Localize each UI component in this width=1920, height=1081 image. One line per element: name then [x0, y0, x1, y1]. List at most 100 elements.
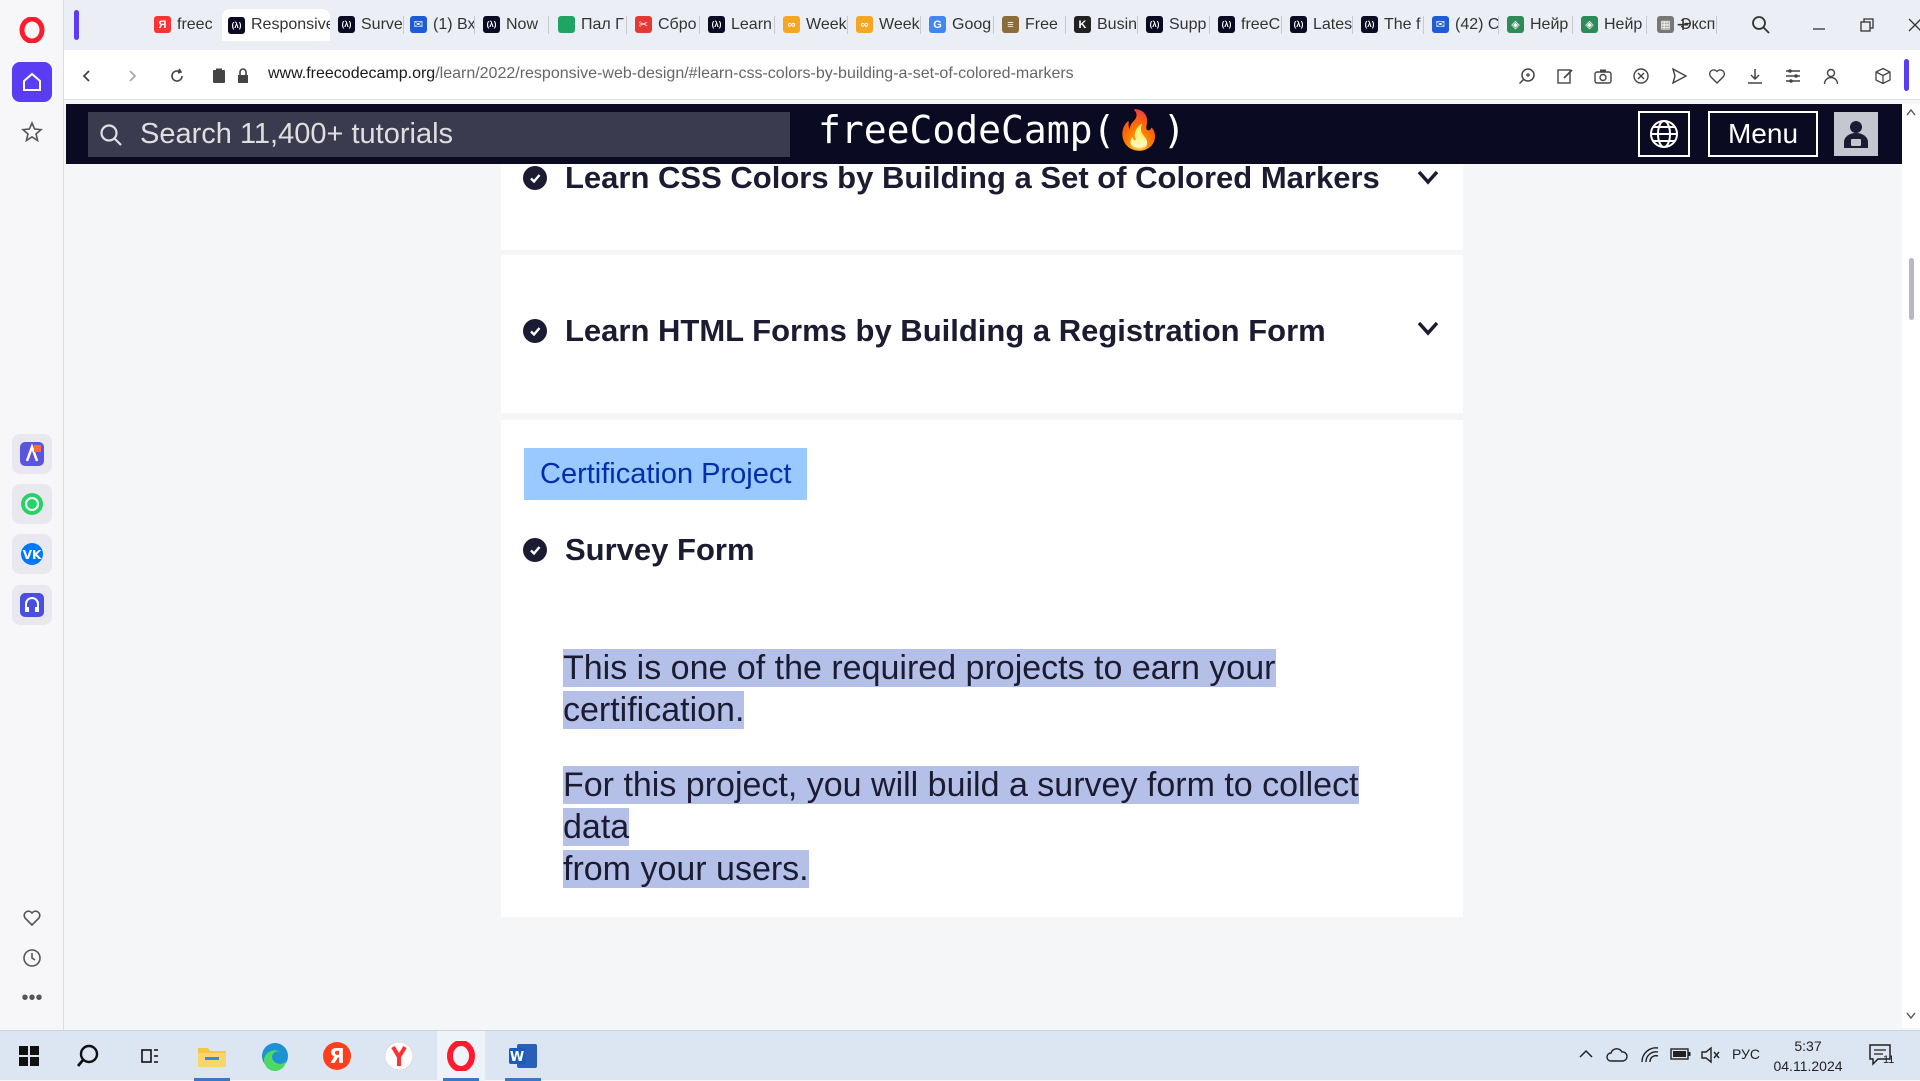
yandex-y-icon[interactable]: [375, 1031, 423, 1081]
zoom-search-icon[interactable]: [1514, 63, 1540, 89]
task-view-icon[interactable]: [126, 1031, 174, 1081]
aria-ai-icon[interactable]: [12, 434, 52, 474]
forward-arrow-icon[interactable]: [119, 63, 145, 89]
adblock-shield-icon[interactable]: [1628, 63, 1654, 89]
scroll-thumb[interactable]: [1909, 258, 1914, 320]
input-language[interactable]: РУС: [1732, 1046, 1760, 1062]
windows-start-icon[interactable]: [5, 1031, 53, 1081]
tab-search-icon[interactable]: [1746, 10, 1776, 40]
onedrive-cloud-icon[interactable]: [1606, 1046, 1628, 1068]
browser-tab[interactable]: (λ) Supp: [1140, 10, 1210, 39]
edit-snapshot-icon[interactable]: [1552, 63, 1578, 89]
menu-button[interactable]: Menu: [1708, 111, 1818, 157]
camera-icon[interactable]: [1590, 63, 1616, 89]
easy-setup-icon[interactable]: [1780, 63, 1806, 89]
browser-tab[interactable]: G Goog: [923, 10, 994, 39]
scroll-up-icon[interactable]: [1906, 108, 1916, 116]
lock-icon[interactable]: [230, 63, 256, 89]
language-globe-button[interactable]: [1638, 111, 1690, 157]
browser-tab[interactable]: (λ) Now: [477, 10, 549, 39]
music-player-icon[interactable]: [12, 585, 52, 625]
heart-icon[interactable]: [12, 898, 52, 938]
browser-tab[interactable]: ✂ Сбро: [629, 10, 700, 39]
check-circle-icon: [523, 319, 547, 343]
page-scrollbar[interactable]: [1902, 104, 1920, 1028]
vk-icon[interactable]: VK: [12, 534, 52, 574]
new-tab-plus-icon[interactable]: +: [1668, 10, 1698, 40]
browser-tab[interactable]: K Busin: [1068, 10, 1138, 39]
extensions-cube-icon[interactable]: [1870, 63, 1896, 89]
send-icon[interactable]: [1666, 63, 1692, 89]
file-explorer-icon[interactable]: [188, 1031, 236, 1081]
search-input[interactable]: Search 11,400+ tutorials: [88, 112, 790, 157]
browser-tab[interactable]: (λ) Surve: [332, 10, 404, 39]
download-icon[interactable]: [1742, 63, 1768, 89]
reload-icon[interactable]: [164, 63, 190, 89]
close-window-icon[interactable]: [1900, 10, 1920, 40]
browser-tab[interactable]: (λ) freeC: [1212, 10, 1282, 39]
user-avatar[interactable]: [1834, 112, 1878, 156]
browser-tab[interactable]: ✉ (42) С: [1426, 10, 1499, 39]
address-bar-row: www.freecodecamp.org/learn/2022/responsi…: [64, 50, 1920, 100]
search-taskbar-icon[interactable]: [66, 1031, 114, 1081]
browser-tab[interactable]: (λ) Responsive: [222, 9, 330, 41]
fcc-icon: (λ): [1290, 16, 1307, 33]
fcc-icon: (λ): [1146, 16, 1163, 33]
edge-browser-icon[interactable]: [251, 1031, 299, 1081]
whatsapp-icon[interactable]: [12, 484, 52, 524]
browser-tab[interactable]: (λ) Learn: [702, 10, 775, 39]
browser-tab[interactable]: Яfreec: [148, 10, 220, 39]
block-row[interactable]: Learn CSS Colors by Building a Set of Co…: [523, 160, 1380, 196]
wifi-icon[interactable]: [1640, 1046, 1660, 1068]
history-clock-icon[interactable]: [12, 938, 52, 978]
chevron-down-icon[interactable]: [1415, 164, 1441, 190]
tab-label: Lates: [1313, 15, 1353, 33]
yandex-browser-icon[interactable]: Я: [313, 1031, 361, 1081]
notifications-count: 11: [1883, 1054, 1895, 1066]
profile-icon[interactable]: [1818, 63, 1844, 89]
url-field[interactable]: www.freecodecamp.org/learn/2022/responsi…: [268, 65, 1074, 83]
more-dots-icon[interactable]: •••: [12, 978, 52, 1018]
fcc-logo[interactable]: freeCodeCamp(🔥): [818, 108, 1186, 153]
svg-text:Я: Я: [329, 1044, 344, 1068]
clock[interactable]: 5:37 04.11.2024: [1768, 1036, 1848, 1076]
check-circle-icon: [523, 166, 547, 190]
browser-tab[interactable]: ≡ Free: [996, 10, 1066, 39]
opera-taskbar-icon[interactable]: [437, 1031, 485, 1081]
favorite-heart-icon[interactable]: [1704, 63, 1730, 89]
back-arrow-icon[interactable]: [74, 63, 100, 89]
home-icon[interactable]: [12, 62, 52, 102]
project-row[interactable]: Survey Form: [523, 532, 755, 568]
show-hidden-icons-chevron-icon[interactable]: [1578, 1046, 1594, 1066]
chevron-down-icon[interactable]: [1415, 315, 1441, 341]
browser-tab[interactable]: ∞ Week: [850, 10, 921, 39]
browser-tab[interactable]: (λ) Lates: [1284, 10, 1353, 39]
clipboard-icon[interactable]: [206, 63, 232, 89]
browser-tab[interactable]: ◈ Нейр: [1501, 10, 1573, 39]
block-row[interactable]: Learn HTML Forms by Building a Registrat…: [523, 313, 1326, 349]
fcc-navbar: Search 11,400+ tutorials freeCodeCamp(🔥)…: [66, 104, 1902, 164]
browser-tab[interactable]: (λ) The f: [1355, 10, 1424, 39]
browser-tab[interactable]: ✉ (1) Вх: [404, 10, 475, 39]
project-title[interactable]: Survey Form: [565, 532, 755, 568]
sheet-icon: [558, 16, 575, 33]
tab-label: Learn: [731, 15, 772, 33]
minimize-icon[interactable]: [1804, 10, 1834, 40]
bookmarks-star-icon[interactable]: [12, 112, 52, 152]
tab-label: The f: [1384, 15, 1421, 33]
browser-tab[interactable]: ◈ Нейр: [1575, 10, 1647, 39]
browser-tab[interactable]: Пал Г: [552, 10, 627, 39]
tab-separator: [1209, 16, 1210, 34]
restore-icon[interactable]: [1852, 10, 1882, 40]
scroll-down-icon[interactable]: [1906, 1012, 1916, 1020]
volume-muted-icon[interactable]: [1700, 1046, 1720, 1068]
fcc-icon: (λ): [228, 16, 245, 34]
fcc-icon: (λ): [483, 16, 500, 33]
word-icon[interactable]: W: [499, 1031, 547, 1081]
browser-tab[interactable]: ∞ Week: [777, 10, 848, 39]
battery-icon[interactable]: [1670, 1046, 1692, 1066]
infinity-icon: ∞: [856, 16, 873, 33]
desc-line: from your users.: [563, 850, 809, 888]
notifications-icon[interactable]: 11: [1868, 1043, 1894, 1071]
opera-logo-icon[interactable]: [12, 10, 52, 50]
